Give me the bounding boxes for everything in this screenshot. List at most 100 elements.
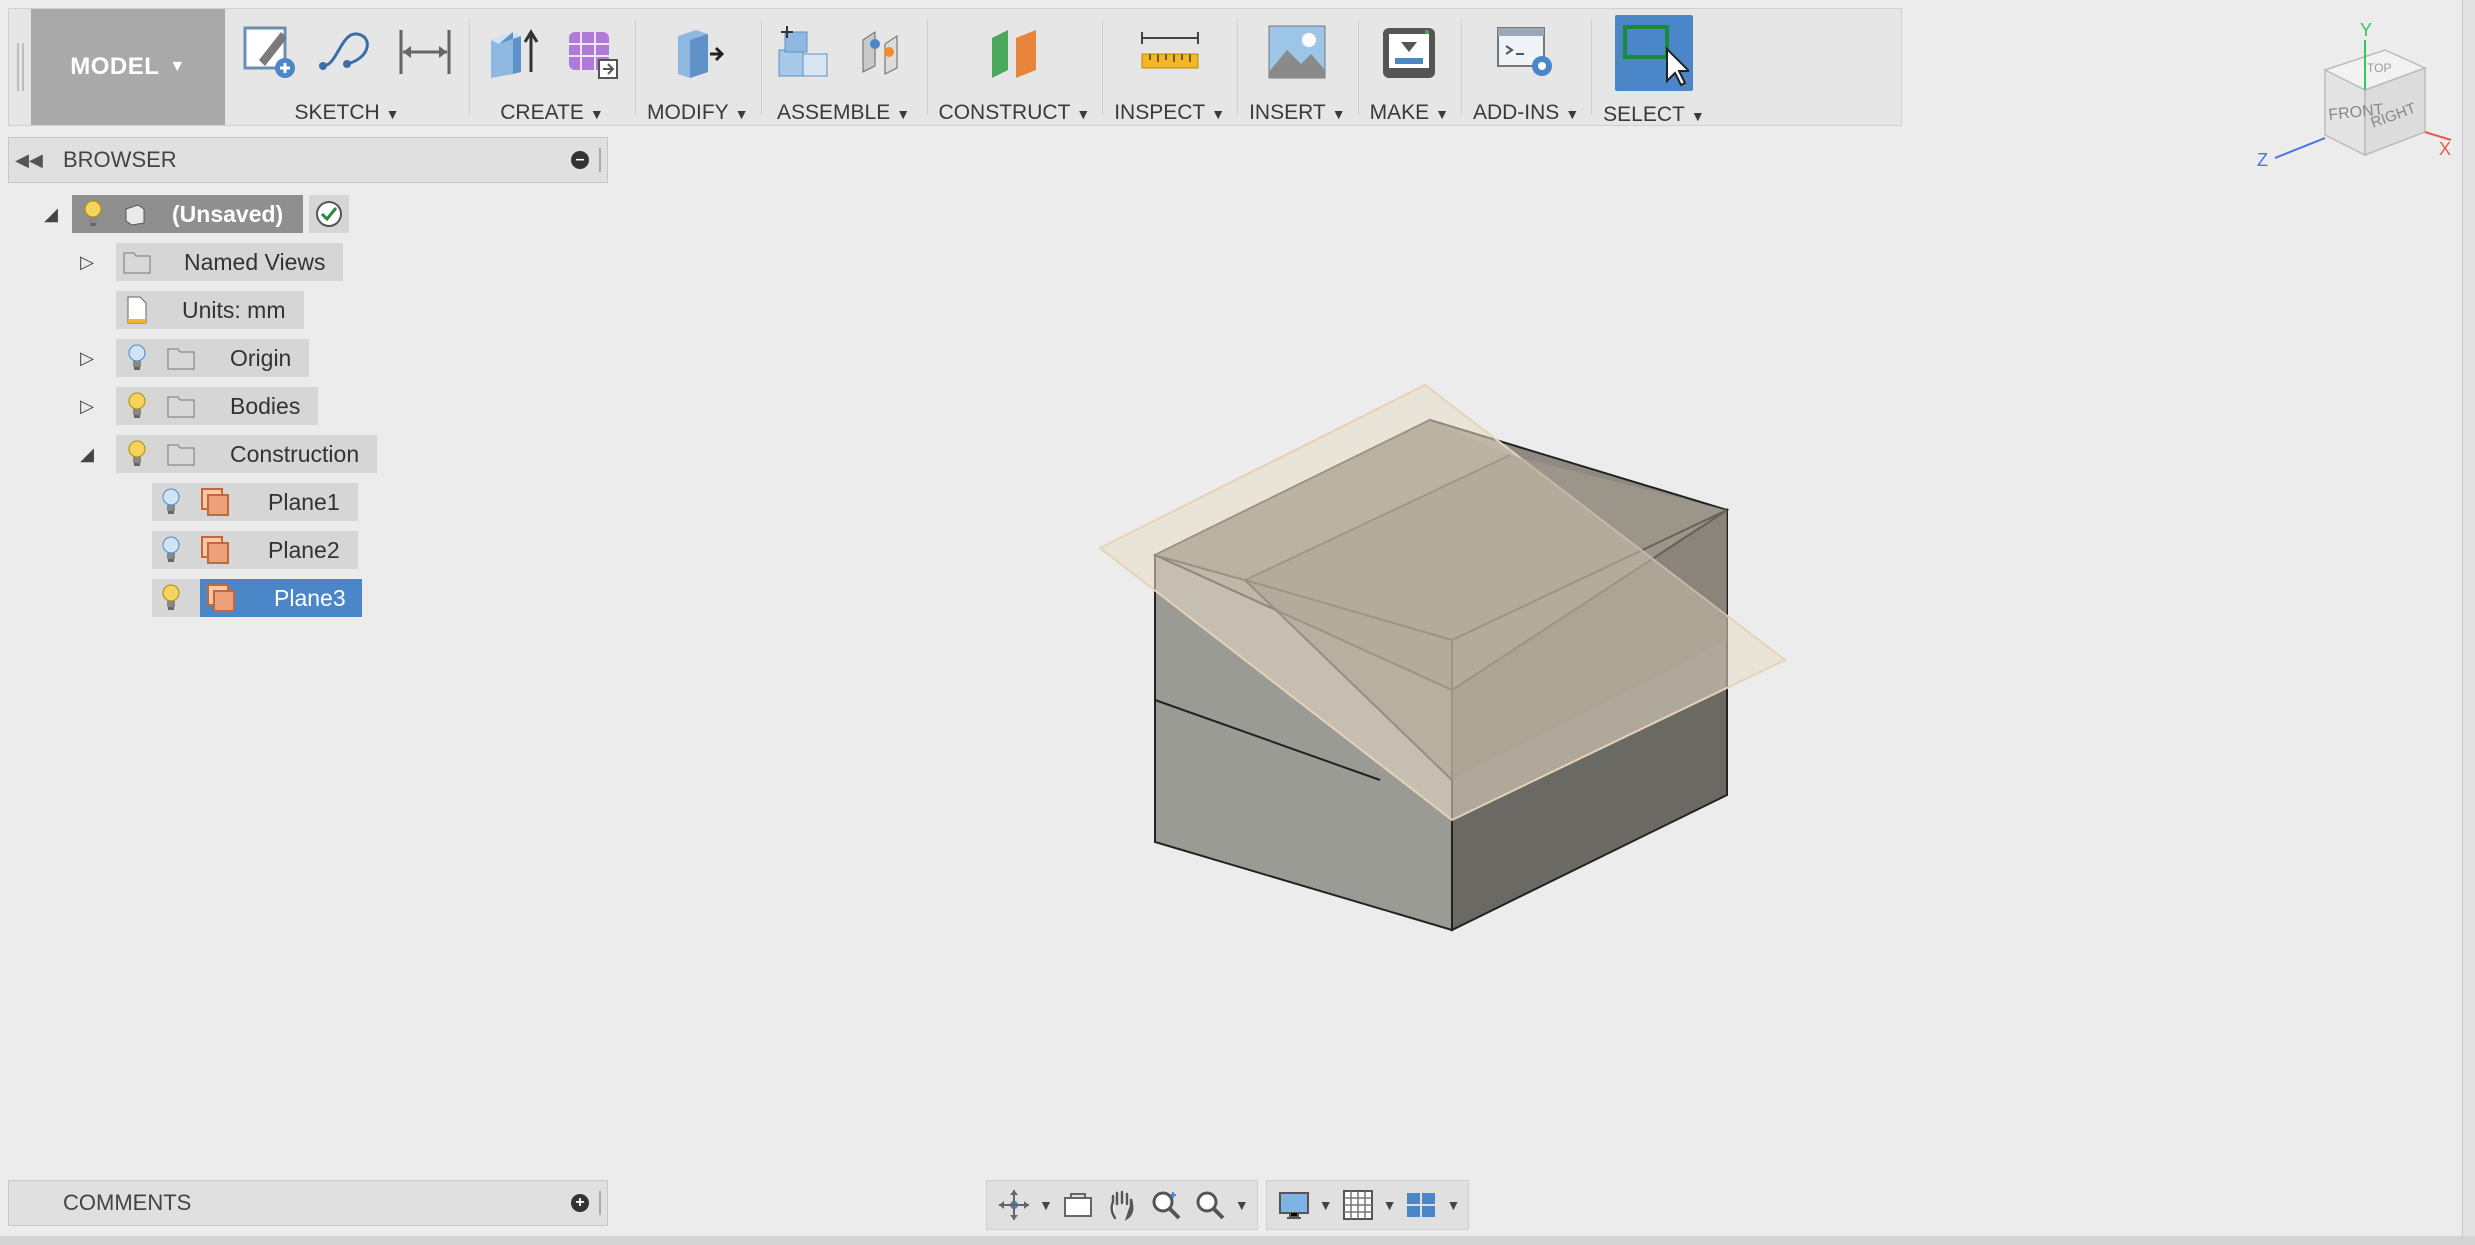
chevron-down-icon[interactable]: ▼ [1383,1197,1397,1213]
select-menu[interactable]: SELECT ▼ [1603,103,1705,127]
workspace-switcher[interactable]: MODEL ▼ [31,9,225,125]
axis-z-label: Z [2257,150,2268,170]
display-tools: ▼ ▼ ▼ [1265,1180,1470,1230]
insert-menu[interactable]: INSERT ▼ [1249,101,1346,125]
plane2-label: Plane2 [268,536,340,563]
navigation-bar: ▼ ▼ ▼ ▼ ▼ [986,1180,1478,1230]
folder-icon [166,343,196,373]
visibility-bulb-icon[interactable] [122,439,152,469]
chevron-down-icon: ▼ [1690,108,1705,124]
named-views-node[interactable]: Named Views [116,243,344,281]
folder-icon [122,247,152,277]
origin-node[interactable]: Origin [116,339,310,377]
chevron-down-icon[interactable]: ▼ [1446,1197,1460,1213]
inspect-menu[interactable]: INSPECT ▼ [1114,101,1225,125]
form-icon[interactable] [559,20,623,84]
axis-y-label: Y [2360,20,2372,40]
viewports-icon[interactable] [1402,1186,1440,1224]
visibility-bulb-icon[interactable] [156,583,186,613]
construction-node[interactable]: Construction [116,435,378,473]
units-node[interactable]: Units: mm [116,291,304,329]
chevron-down-icon: ▼ [1331,106,1346,122]
select-tool-icon[interactable] [1614,15,1693,91]
extrude-icon[interactable] [481,20,545,84]
named-views-label: Named Views [184,248,326,275]
main-toolbar: MODEL ▼ SKETCH ▼ CREATE ▼ MODIFY ▼ ASSEM… [8,8,1902,126]
press-pull-icon[interactable] [666,20,730,84]
sketch-menu[interactable]: SKETCH ▼ [294,101,399,125]
visibility-bulb-off-icon[interactable] [156,487,186,517]
orbit-icon[interactable] [995,1186,1033,1224]
offset-plane-icon[interactable] [982,20,1046,84]
tree-row-bodies: ▷ Bodies [72,387,319,425]
toolbar-group-inspect: INSPECT ▼ [1102,9,1237,125]
visibility-bulb-icon[interactable] [78,199,108,229]
active-component-check-icon[interactable] [309,195,350,233]
viewcube-top-label: TOP [2367,61,2391,75]
make-menu[interactable]: MAKE ▼ [1370,101,1449,125]
display-settings-icon[interactable] [1275,1186,1313,1224]
collapse-triangle-icon[interactable]: ◢ [72,444,102,465]
3d-viewport[interactable] [620,140,2475,1170]
collapse-triangle-icon[interactable]: ◢ [36,204,66,225]
new-component-icon[interactable] [773,20,837,84]
assemble-menu[interactable]: ASSEMBLE ▼ [777,101,910,125]
construction-label: Construction [230,440,360,467]
toolbar-grip[interactable] [9,9,31,125]
chevron-down-icon[interactable]: ▼ [1039,1197,1053,1213]
root-component-label: (Unsaved) [172,200,284,227]
comments-panel[interactable]: COMMENTS + [8,1180,608,1226]
plane3-node[interactable]: Plane3 [152,579,362,617]
toolbar-group-modify: MODIFY ▼ [635,9,761,125]
bodies-node[interactable]: Bodies [116,387,319,425]
tree-row-units: Units: mm [116,291,304,329]
measure-icon[interactable] [1138,20,1202,84]
expand-triangle-icon[interactable]: ▷ [72,348,102,369]
addins-menu[interactable]: ADD-INS ▼ [1473,101,1579,125]
create-sketch-icon[interactable] [237,20,301,84]
modify-menu[interactable]: MODIFY ▼ [647,101,749,125]
chevron-down-icon: ▼ [1211,106,1226,122]
insert-image-icon[interactable] [1265,20,1329,84]
create-menu[interactable]: CREATE ▼ [500,101,603,125]
chevron-down-icon[interactable]: ▼ [1235,1197,1249,1213]
browser-options-icon[interactable]: – [571,151,589,169]
chevron-down-icon: ▼ [169,58,186,75]
fit-zoom-icon[interactable] [1191,1186,1229,1224]
visibility-bulb-off-icon[interactable] [156,535,186,565]
expand-triangle-icon[interactable]: ▷ [72,252,102,273]
grid-snaps-icon[interactable] [1339,1186,1377,1224]
look-at-icon[interactable] [1059,1186,1097,1224]
panel-resize-handle[interactable] [599,1191,601,1215]
component-icon [120,199,150,229]
add-comment-icon[interactable]: + [571,1194,589,1212]
plane3-selection-highlight[interactable]: Plane3 [200,579,362,617]
plane2-node[interactable]: Plane2 [152,531,358,569]
construction-plane-icon [206,583,236,613]
workspace-label: MODEL [70,53,160,80]
dimension-icon[interactable] [393,20,457,84]
visibility-bulb-icon[interactable] [122,391,152,421]
pan-hand-icon[interactable] [1103,1186,1141,1224]
tree-row-plane2: Plane2 [152,531,358,569]
chevron-down-icon[interactable]: ▼ [1319,1197,1333,1213]
panel-resize-handle[interactable] [599,148,601,172]
tree-row-construction: ◢ Construction [72,435,378,473]
plane1-node[interactable]: Plane1 [152,483,358,521]
scripts-addins-icon[interactable] [1494,20,1558,84]
expand-triangle-icon[interactable]: ▷ [72,396,102,417]
viewcube[interactable]: TOP FRONT RIGHT Y Z X [2255,20,2455,190]
spline-icon[interactable] [315,20,379,84]
root-component-node[interactable]: (Unsaved) [72,195,304,233]
zoom-icon[interactable] [1147,1186,1185,1224]
3d-print-icon[interactable] [1377,20,1441,84]
chevron-down-icon: ▼ [734,106,749,122]
toolbar-group-sketch: SKETCH ▼ [225,9,469,125]
joint-icon[interactable] [851,20,915,84]
toolbar-group-create: CREATE ▼ [469,9,635,125]
navigation-tools: ▼ ▼ [986,1180,1258,1230]
toolbar-group-insert: INSERT ▼ [1237,9,1358,125]
visibility-bulb-off-icon[interactable] [122,343,152,373]
construct-menu[interactable]: CONSTRUCT ▼ [939,101,1091,125]
collapse-panel-icon[interactable]: ◀◀ [9,150,49,171]
